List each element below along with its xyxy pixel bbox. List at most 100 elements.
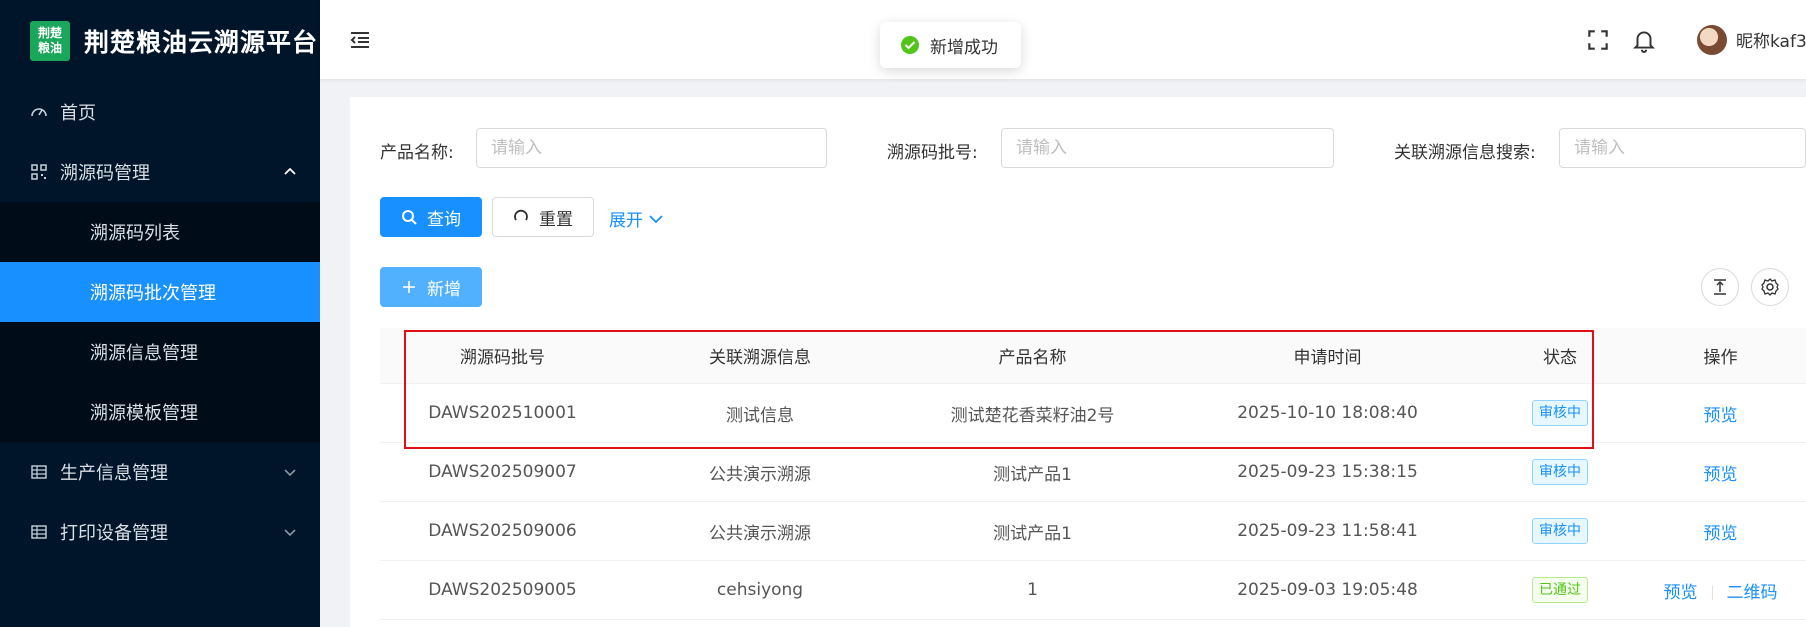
ops-cell: 预览 [1635, 519, 1806, 544]
gear-icon [1761, 278, 1779, 296]
expand-label: 展开 [609, 211, 643, 231]
reload-icon [514, 209, 528, 221]
column-header: 关联溯源信息 [709, 348, 811, 368]
bell-icon[interactable] [1631, 27, 1657, 53]
add-label: 新增 [427, 279, 461, 300]
header-actions: 昵称kaf3 [1585, 0, 1806, 79]
batch-no-label: 溯源码批号: [887, 143, 978, 163]
table-row: DAWS202509006 公共演示溯源 测试产品1 2025-09-23 11… [380, 502, 1806, 561]
top-header: 昵称kaf3 [320, 0, 1806, 79]
related-cell: 公共演示溯源 [709, 523, 811, 544]
query-label: 查询 [427, 209, 461, 230]
time-cell: 2025-10-10 18:08:40 [1237, 403, 1418, 423]
status-cell: 审核中 [1485, 400, 1635, 426]
column-header: 溯源码批号 [460, 348, 545, 368]
search-icon [402, 210, 417, 225]
product-cell: 测试产品1 [993, 523, 1072, 544]
table-row: DAWS202509005 cehsiyong 1 2025-09-03 19:… [380, 561, 1806, 620]
status-badge: 审核中 [1532, 518, 1588, 544]
query-button[interactable]: 查询 [380, 197, 482, 237]
reset-button[interactable]: 重置 [492, 197, 594, 237]
related-info-label: 关联溯源信息搜索: [1394, 143, 1536, 163]
submenu-trace-code: 溯源码列表 溯源码批次管理 溯源信息管理 溯源模板管理 [0, 202, 320, 442]
toast-message: 新增成功 [930, 37, 998, 58]
related-cell: cehsiyong [716, 580, 804, 600]
add-button[interactable]: 新增 [380, 267, 482, 307]
batch-table: 溯源码批号 关联溯源信息 产品名称 申请时间 状态 操作 DAWS2025100… [380, 328, 1806, 620]
preview-link[interactable]: 预览 [1664, 583, 1698, 603]
menu-fold-icon[interactable] [348, 28, 372, 52]
sidebar-item-code-list[interactable]: 溯源码列表 [0, 202, 320, 262]
status-cell: 已通过 [1485, 577, 1635, 603]
sidebar-item-label: 溯源码管理 [60, 163, 150, 184]
table-icon [30, 463, 48, 481]
time-cell: 2025-09-23 11:58:41 [1237, 521, 1418, 541]
sidebar-item-label: 首页 [60, 103, 96, 124]
status-cell: 审核中 [1485, 518, 1635, 544]
status-badge: 审核中 [1532, 400, 1588, 426]
column-height-icon [1714, 279, 1726, 295]
product-cell: 测试产品1 [993, 464, 1072, 485]
plus-icon [403, 281, 415, 293]
ops-cell: 预览 [1635, 460, 1806, 485]
batch-no-input[interactable] [1001, 128, 1334, 168]
avatar[interactable] [1697, 24, 1727, 55]
dashboard-icon [30, 103, 48, 121]
expand-link[interactable]: 展开 [609, 206, 665, 231]
reset-label: 重置 [539, 209, 573, 230]
batch-cell: DAWS202510001 [428, 403, 577, 423]
table-row: DAWS202509007 公共演示溯源 测试产品1 2025-09-23 15… [380, 443, 1806, 502]
column-height-button[interactable] [1701, 268, 1739, 306]
logo-line-2: 粮油 [37, 41, 62, 55]
related-cell: 公共演示溯源 [709, 464, 811, 485]
sidebar-item-production[interactable]: 生产信息管理 [0, 442, 320, 502]
preview-link[interactable]: 预览 [1704, 524, 1738, 544]
qrcode-link[interactable]: 二维码 [1727, 583, 1778, 603]
chevron-down-icon [284, 529, 296, 537]
table-icon [30, 523, 48, 541]
sidebar-item-batch-management[interactable]: 溯源码批次管理 [0, 262, 320, 322]
table-row: DAWS202510001 测试信息 测试楚花香菜籽油2号 2025-10-10… [380, 384, 1806, 443]
column-header: 申请时间 [1293, 348, 1362, 368]
fullscreen-icon[interactable] [1585, 27, 1611, 53]
check-circle-icon [901, 36, 919, 54]
batch-cell: DAWS202509006 [428, 521, 577, 541]
status-badge: 已通过 [1532, 577, 1588, 603]
status-badge: 审核中 [1532, 459, 1588, 485]
product-name-input[interactable] [476, 128, 827, 168]
column-header: 状态 [1543, 348, 1577, 368]
settings-button[interactable] [1751, 268, 1789, 306]
brand: 荆楚 粮油 荆楚粮油云溯源平台 [0, 0, 320, 82]
related-info-input[interactable] [1559, 128, 1806, 168]
success-toast: 新增成功 [880, 22, 1021, 68]
related-cell: 测试信息 [726, 405, 794, 426]
preview-link[interactable]: 预览 [1704, 465, 1738, 485]
brand-logo: 荆楚 粮油 [30, 21, 70, 61]
qrcode-icon [30, 163, 48, 181]
sidebar-item-printer[interactable]: 打印设备管理 [0, 502, 320, 562]
sidebar: 荆楚 粮油 荆楚粮油云溯源平台 首页 溯源码管理 溯源码列表 溯源码批次管理 溯… [0, 0, 320, 627]
batch-cell: DAWS202509007 [428, 462, 577, 482]
product-cell: 测试楚花香菜籽油2号 [950, 405, 1115, 426]
batch-cell: DAWS202509005 [428, 580, 577, 600]
brand-title: 荆楚粮油云溯源平台 [84, 28, 319, 57]
logo-line-1: 荆楚 [37, 26, 62, 40]
column-header: 产品名称 [998, 348, 1067, 368]
chevron-up-icon [284, 167, 296, 175]
sidebar-item-template-management[interactable]: 溯源模板管理 [0, 382, 320, 442]
sidebar-item-trace-code[interactable]: 溯源码管理 [0, 142, 320, 202]
product-name-label: 产品名称: [380, 143, 454, 163]
column-header: 操作 [1703, 348, 1738, 368]
sidebar-item-label: 生产信息管理 [60, 463, 168, 484]
chevron-down-icon [284, 469, 296, 477]
chevron-down-icon [649, 214, 663, 223]
user-nickname[interactable]: 昵称kaf3 [1736, 27, 1806, 52]
sidebar-item-home[interactable]: 首页 [0, 82, 320, 142]
preview-link[interactable]: 预览 [1704, 406, 1738, 426]
time-cell: 2025-09-23 15:38:15 [1237, 462, 1418, 482]
table-header: 溯源码批号 关联溯源信息 产品名称 申请时间 状态 操作 [380, 328, 1806, 384]
sidebar-item-label: 打印设备管理 [60, 523, 168, 544]
sidebar-item-info-management[interactable]: 溯源信息管理 [0, 322, 320, 382]
divider [1711, 585, 1713, 600]
ops-cell: 预览 二维码 [1635, 578, 1806, 603]
